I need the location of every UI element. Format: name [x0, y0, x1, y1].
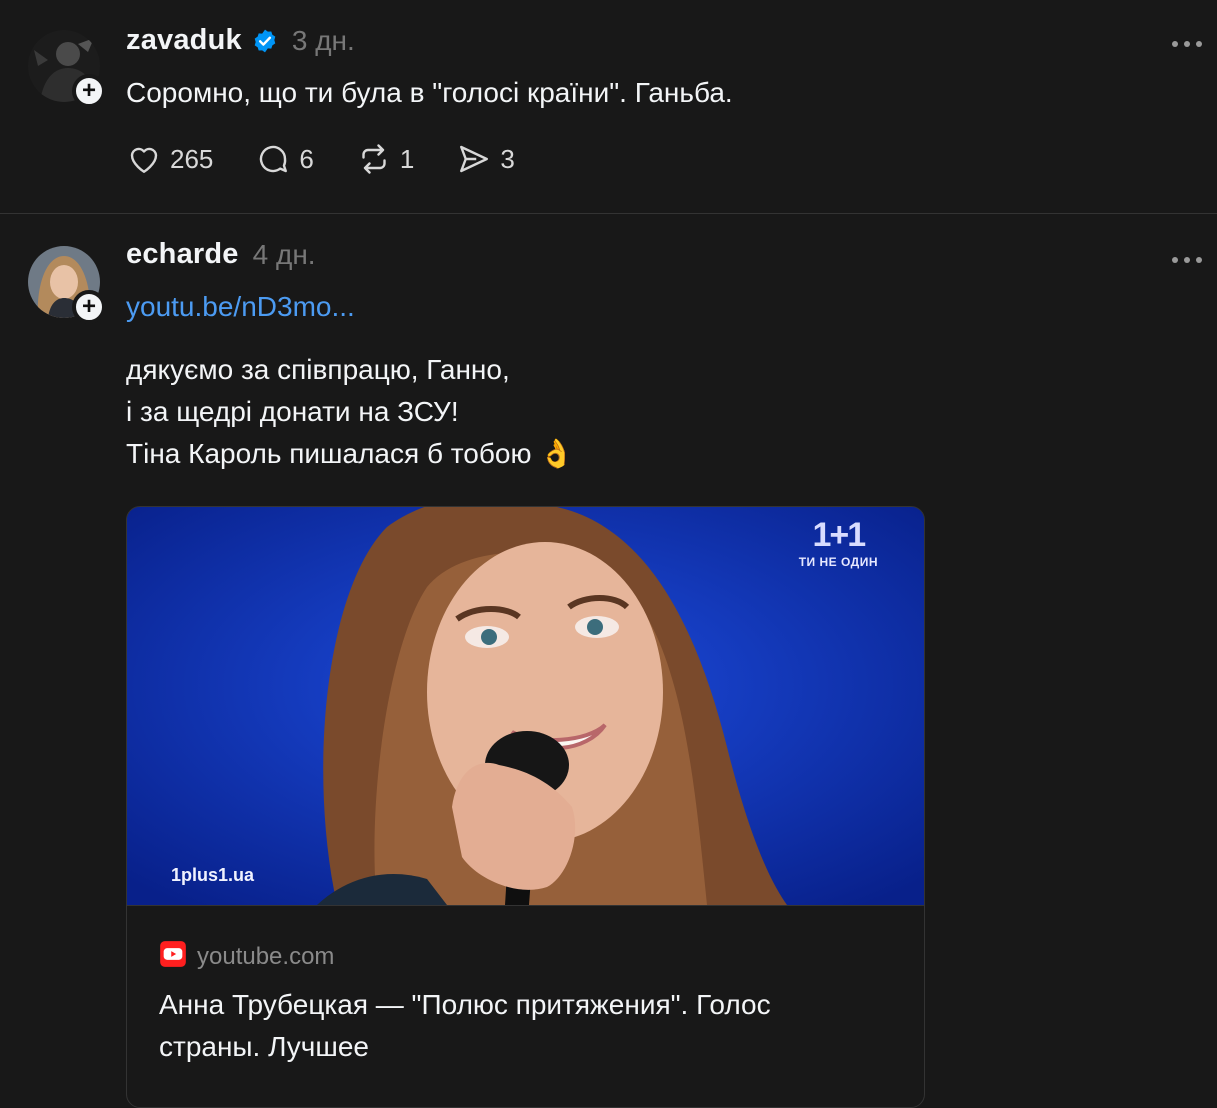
- repost-count: 1: [399, 143, 415, 174]
- post-text-line: Тіна Кароль пишалася б тобою 👌: [126, 438, 575, 469]
- reply-icon: [255, 141, 291, 177]
- watermark-tagline: ТИ НЕ ОДИН: [798, 555, 878, 569]
- link-preview-card[interactable]: 1+1 ТИ НЕ ОДИН 1plus1.ua youtube.com Анн…: [126, 506, 925, 1108]
- avatar-zavaduk[interactable]: +: [28, 30, 106, 108]
- username[interactable]: zavaduk: [126, 24, 242, 57]
- post-time[interactable]: 4 дн.: [253, 239, 316, 271]
- share-button[interactable]: 3: [456, 141, 515, 177]
- card-domain-row: youtube.com: [159, 940, 334, 973]
- post-zavaduk: + zavaduk 3 дн. Соромно, що ти була в "г…: [0, 0, 1217, 213]
- video-thumbnail[interactable]: 1+1 ТИ НЕ ОДИН 1plus1.ua: [127, 507, 924, 905]
- post-link[interactable]: youtu.be/nD3mo...: [126, 291, 355, 323]
- post-text: Соромно, що ти була в "голосі країни". Г…: [126, 77, 733, 108]
- share-count: 3: [500, 143, 515, 174]
- more-icon[interactable]: [1167, 250, 1207, 270]
- post-header: zavaduk 3 дн.: [126, 24, 355, 57]
- verified-icon: [252, 28, 278, 54]
- follow-plus-icon[interactable]: +: [72, 74, 106, 108]
- avatar-echarde[interactable]: +: [28, 246, 106, 324]
- youtube-icon: [159, 940, 187, 973]
- watermark-logo: 1+1: [812, 516, 867, 554]
- reply-count: 6: [299, 143, 314, 174]
- channel-watermark: 1+1 ТИ НЕ ОДИН: [799, 515, 878, 569]
- card-title[interactable]: Анна Трубецкая — "Полюс притяжения". Гол…: [159, 984, 879, 1068]
- post-actions: 265 6 1 3: [126, 141, 557, 177]
- post-time[interactable]: 3 дн.: [292, 25, 355, 57]
- repost-button[interactable]: 1: [356, 141, 414, 177]
- follow-plus-icon[interactable]: +: [72, 290, 106, 324]
- more-icon[interactable]: [1167, 34, 1207, 54]
- heart-icon: [126, 141, 162, 177]
- like-button[interactable]: 265: [126, 141, 213, 177]
- card-domain: youtube.com: [197, 942, 335, 970]
- watermark-site: 1plus1.ua: [171, 865, 255, 885]
- post-text-line: і за щедрі донати на ЗСУ!: [126, 396, 459, 427]
- post-text: дякуємо за співпрацю, Ганно, і за щедрі …: [126, 349, 574, 475]
- post-header: echarde 4 дн.: [126, 238, 316, 271]
- post-text-line: дякуємо за співпрацю, Ганно,: [126, 354, 510, 385]
- reply-button[interactable]: 6: [255, 141, 314, 177]
- like-count: 265: [170, 143, 214, 174]
- share-icon: [456, 141, 492, 177]
- repost-icon: [356, 141, 392, 177]
- username[interactable]: echarde: [126, 238, 239, 271]
